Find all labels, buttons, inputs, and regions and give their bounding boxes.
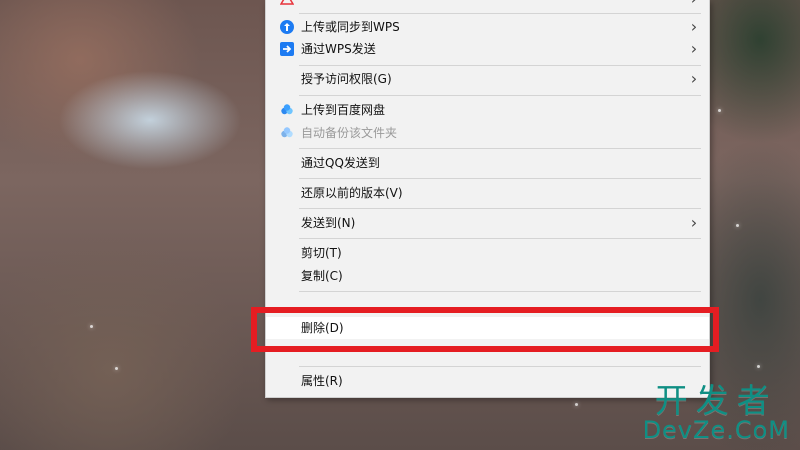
menu-item-label: 发送到(N) (301, 216, 356, 230)
menu-separator (299, 238, 701, 239)
menu-item-label: 自动备份该文件夹 (301, 126, 398, 140)
menu-item-delete[interactable]: 删除(D) (266, 317, 709, 339)
submenu-arrow-icon: › (690, 69, 698, 88)
baidu-cloud-icon (274, 122, 300, 144)
menu-separator (299, 208, 701, 209)
cloud-upload-icon (274, 16, 300, 38)
baidu-cloud-icon (274, 99, 300, 121)
menu-separator (299, 291, 701, 292)
menu-separator (299, 148, 701, 149)
background-sparkle (718, 109, 721, 112)
watermark-en: DevZe.CoM (642, 416, 790, 444)
submenu-arrow-icon: › (690, 17, 698, 36)
menu-item-upload-baidu[interactable]: 上传到百度网盘 (266, 99, 709, 121)
menu-item-label: 删除(D) (301, 321, 344, 335)
watermark: 开发者 DevZe.CoM (642, 381, 790, 444)
menu-separator (299, 95, 701, 96)
menu-item-copy[interactable]: 复制(C) (266, 265, 709, 287)
menu-item-label: 属性(R) (301, 374, 343, 388)
menu-item-cut[interactable]: 剪切(T) (266, 242, 709, 264)
menu-item-label: 授予访问权限(G) (301, 72, 392, 86)
submenu-arrow-icon: › (690, 39, 698, 58)
submenu-arrow-icon: › (690, 213, 698, 232)
menu-item-upload-sync-wps[interactable]: 上传或同步到WPS › (266, 16, 709, 38)
menu-item-top-partial[interactable]: › (266, 0, 709, 10)
menu-item-label: 上传或同步到WPS (301, 20, 400, 34)
watermark-cn: 开发者 (654, 381, 778, 420)
menu-separator (299, 178, 701, 179)
context-menu: › 上传或同步到WPS › 通过WPS发送 › 授予访问权限(G) › (265, 0, 710, 398)
menu-item-label: 剪切(T) (301, 246, 342, 260)
wps-send-icon (274, 38, 300, 60)
menu-item-label: 通过QQ发送到 (301, 156, 380, 170)
background-sparkle (90, 325, 93, 328)
menu-item-auto-backup[interactable]: 自动备份该文件夹 (266, 122, 709, 144)
background-sparkle (736, 224, 739, 227)
menu-item-rename[interactable] (266, 340, 709, 362)
menu-item-label: 还原以前的版本(V) (301, 186, 403, 200)
menu-item-restore-previous[interactable]: 还原以前的版本(V) (266, 182, 709, 204)
menu-item-send-via-wps[interactable]: 通过WPS发送 › (266, 38, 709, 60)
warning-triangle-icon (274, 0, 300, 10)
menu-item-send-to[interactable]: 发送到(N) › (266, 212, 709, 234)
menu-item-grant-access[interactable]: 授予访问权限(G) › (266, 68, 709, 90)
menu-separator (299, 366, 701, 367)
background-sparkle (757, 365, 760, 368)
background-sparkle (115, 367, 118, 370)
menu-item-label: 上传到百度网盘 (301, 103, 386, 117)
menu-item-create-shortcut[interactable] (266, 294, 709, 316)
menu-item-send-qq[interactable]: 通过QQ发送到 (266, 152, 709, 174)
background-sparkle (575, 403, 578, 406)
submenu-arrow-icon: › (687, 0, 701, 10)
menu-separator (299, 13, 701, 14)
menu-separator (299, 65, 701, 66)
menu-item-label: 通过WPS发送 (301, 42, 376, 56)
menu-item-label: 复制(C) (301, 269, 343, 283)
